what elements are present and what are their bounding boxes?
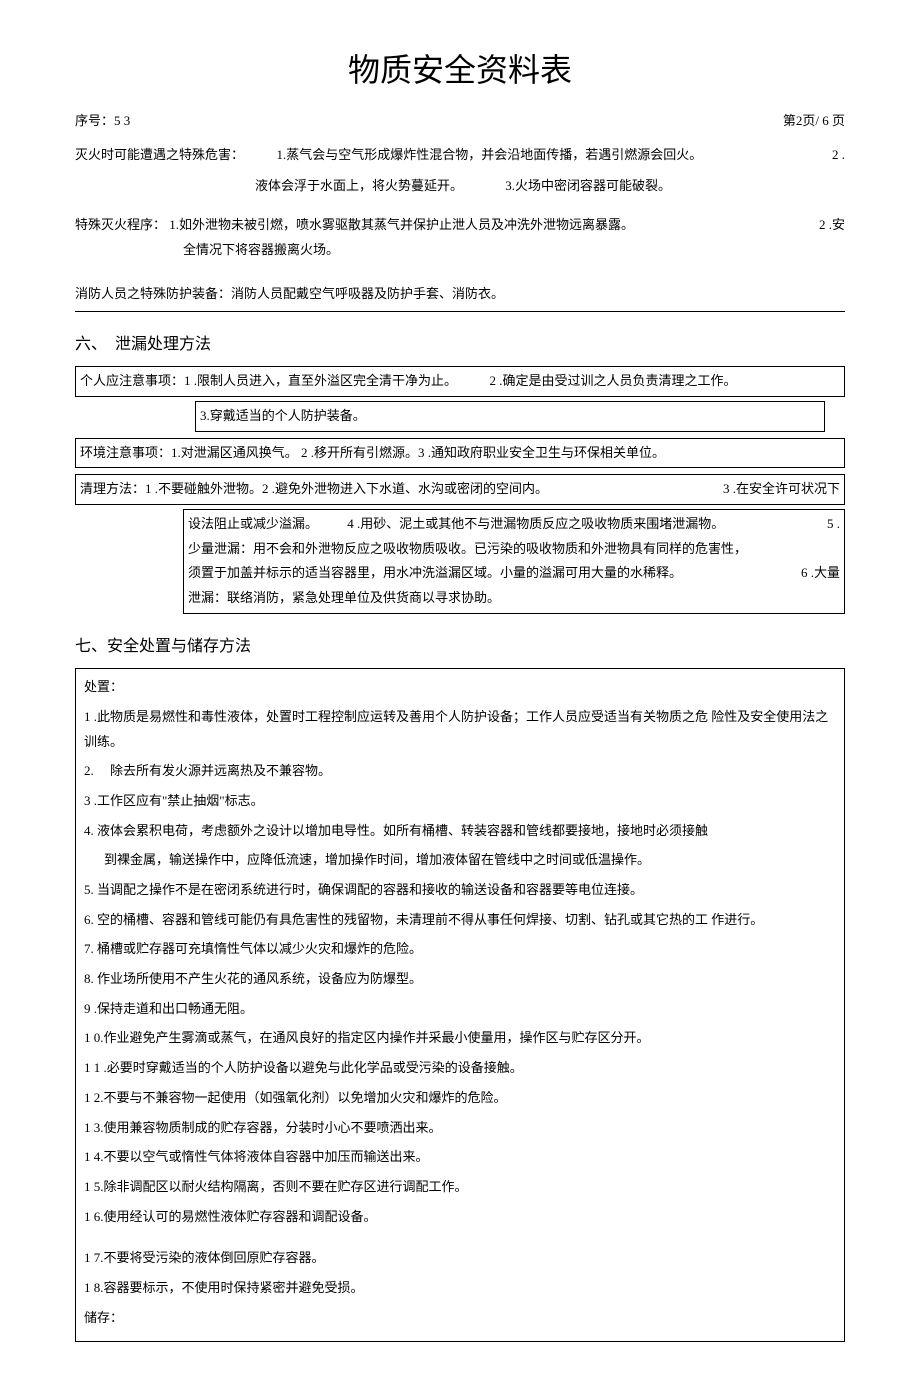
cleanup-detail-box: 设法阻止或减少溢漏。 4 .用砂、泥土或其他不与泄漏物质反应之吸收物质来围堵泄漏… — [183, 509, 845, 614]
personal-precaution-1a: 个人应注意事项：1 .限制人员进入，直至外溢区完全清干净为止。 — [80, 373, 457, 388]
handling-6: 6. 空的桶槽、容器和管线可能仍有具危害性的残留物，未清理前不得从事任何焊接、切… — [84, 908, 836, 934]
handling-11: 1 1 .必要时穿戴适当的个人防护设备以避免与此化学品或受污染的设备接触。 — [84, 1056, 836, 1082]
handling-5: 5. 当调配之操作不是在密闭系统进行时，确保调配的容器和接收的输送设备和容器要等… — [84, 878, 836, 904]
cleanup-a: 清理方法：1 .不要碰触外泄物。2 .避免外泄物进入下水道、水沟或密闭的空间内。 — [80, 477, 548, 502]
handling-label: 处置： — [84, 675, 836, 701]
cleanup-c3a: 须置于加盖并标示的适当容器里，用水冲洗溢漏区域。小量的溢漏可用大量的水稀释。 — [188, 561, 682, 586]
handling-2: 2. 除去所有发火源并远离热及不兼容物。 — [84, 759, 836, 785]
handling-storage-box: 处置： 1 .此物质是易燃性和毒性液体，处置时工程控制应运转及善用个人防护设备；… — [75, 668, 845, 1342]
personal-precaution-box-2: 3.穿戴适当的个人防护装备。 — [195, 401, 825, 432]
handling-15: 1 5.除非调配区以耐火结构隔离，否则不要在贮存区进行调配工作。 — [84, 1175, 836, 1201]
fire-hazard-line2: 液体会浮于水面上，将火势蔓延开。 3.火场中密闭容器可能破裂。 — [255, 174, 845, 199]
fire-hazard-label: 灭火时可能遭遇之特殊危害： — [75, 147, 244, 162]
fire-hazard-1: 1.蒸气会与空气形成爆炸性混合物，并会沿地面传播，若遇引燃源会回火。 — [277, 147, 703, 162]
fire-hazard-3: 3.火场中密闭容器可能破裂。 — [505, 178, 671, 193]
serial-number: 序号：5 3 — [75, 109, 130, 134]
cleanup-c4: 泄漏：联络消防，紧急处理单位及供货商以寻求协助。 — [188, 586, 840, 611]
cleanup-box-1: 清理方法：1 .不要碰触外泄物。2 .避免外泄物进入下水道、水沟或密闭的空间内。… — [75, 474, 845, 505]
header-row: 序号：5 3 第2页/ 6 页 — [75, 109, 845, 134]
cleanup-c2: 少量泄漏：用不会和外泄物反应之吸收物质吸收。已污染的吸收物质和外泄物具有同样的危… — [188, 537, 840, 562]
handling-7: 7. 桶槽或贮存器可充填惰性气体以减少火灾和爆炸的危险。 — [84, 937, 836, 963]
handling-14: 1 4.不要以空气或惰性气体将液体自容器中加压而输送出来。 — [84, 1145, 836, 1171]
page-title: 物质安全资料表 — [75, 40, 845, 101]
personal-precaution-2: 3.穿戴适当的个人防护装备。 — [200, 408, 366, 423]
firefighter-equip: 消防人员之特殊防护装备：消防人员配戴空气呼吸器及防护手套、消防衣。 — [75, 282, 845, 312]
handling-4a: 4. 液体会累积电荷，考虑额外之设计以增加电导性。如所有桶槽、转装容器和管线都要… — [84, 819, 836, 845]
handling-13: 1 3.使用兼容物质制成的贮存容器，分装时小心不要喷洒出来。 — [84, 1116, 836, 1142]
section-6-heading: 六、 泄漏处理方法 — [75, 330, 845, 360]
handling-18: 1 8.容器要标示，不使用时保持紧密并避免受损。 — [84, 1276, 836, 1302]
storage-label: 储存： — [84, 1306, 836, 1332]
handling-10: 1 0.作业避免产生雾滴或蒸气，在通风良好的指定区内操作并采最小使量用，操作区与… — [84, 1026, 836, 1052]
fire-hazard-2b: 液体会浮于水面上，将火势蔓延开。 — [255, 178, 463, 193]
environment-precaution-box: 环境注意事项：1.对泄漏区通风换气。 2 .移开所有引燃源。3 .通知政府职业安… — [75, 438, 845, 469]
cleanup-c1b: 4 .用砂、泥土或其他不与泄漏物质反应之吸收物质来围堵泄漏物。 — [347, 516, 724, 531]
fire-hazard-2-marker: 2 . — [832, 143, 845, 168]
cleanup-b: 3 .在安全许可状况下 — [723, 477, 840, 502]
personal-precaution-box-1: 个人应注意事项：1 .限制人员进入，直至外溢区完全清干净为止。 2 .确定是由受… — [75, 366, 845, 397]
page-number: 第2页/ 6 页 — [783, 109, 845, 134]
handling-1: 1 .此物质是易燃性和毒性液体，处置时工程控制应运转及善用个人防护设备；工作人员… — [84, 705, 836, 755]
special-proc-2b: 全情况下将容器搬离火场。 — [183, 242, 339, 257]
special-proc-line1: 特殊灭火程序： 1.如外泄物未被引燃，喷水雾驱散其蒸气并保护止泄人员及冲洗外泄物… — [75, 213, 845, 238]
handling-17: 1 7.不要将受污染的液体倒回原贮存容器。 — [84, 1246, 836, 1272]
handling-16: 1 6.使用经认可的易燃性液体贮存容器和调配设备。 — [84, 1205, 836, 1231]
special-proc-1: 1.如外泄物未被引燃，喷水雾驱散其蒸气并保护止泄人员及冲洗外泄物远离暴露。 — [169, 217, 634, 232]
cleanup-c3b: 6 .大量 — [801, 561, 840, 586]
fire-hazard-line1: 灭火时可能遭遇之特殊危害： 1.蒸气会与空气形成爆炸性混合物，并会沿地面传播，若… — [75, 143, 845, 168]
environment-precaution: 环境注意事项：1.对泄漏区通风换气。 2 .移开所有引燃源。3 .通知政府职业安… — [80, 445, 665, 460]
handling-9: 9 .保持走道和出口畅通无阻。 — [84, 997, 836, 1023]
cleanup-c1a: 设法阻止或减少溢漏。 — [188, 516, 318, 531]
handling-8: 8. 作业场所使用不产生火花的通风系统，设备应为防爆型。 — [84, 967, 836, 993]
handling-12: 1 2.不要与不兼容物一起使用（如强氧化剂）以免增加火灾和爆炸的危险。 — [84, 1086, 836, 1112]
handling-4b: 到裸金属，输送操作中，应降低流速，增加操作时间，增加液体留在管线中之时间或低温操… — [84, 848, 836, 874]
handling-3: 3 .工作区应有"禁止抽烟"标志。 — [84, 789, 836, 815]
special-proc-2a: 2 .安 — [819, 213, 845, 238]
section-7-heading: 七、安全处置与储存方法 — [75, 632, 845, 662]
cleanup-c1c: 5 . — [827, 512, 840, 537]
personal-precaution-1b: 2 .确定是由受过训之人员负责清理之工作。 — [490, 373, 737, 388]
special-proc-label: 特殊灭火程序： — [75, 217, 166, 232]
special-proc-line2: 全情况下将容器搬离火场。 — [183, 238, 845, 263]
